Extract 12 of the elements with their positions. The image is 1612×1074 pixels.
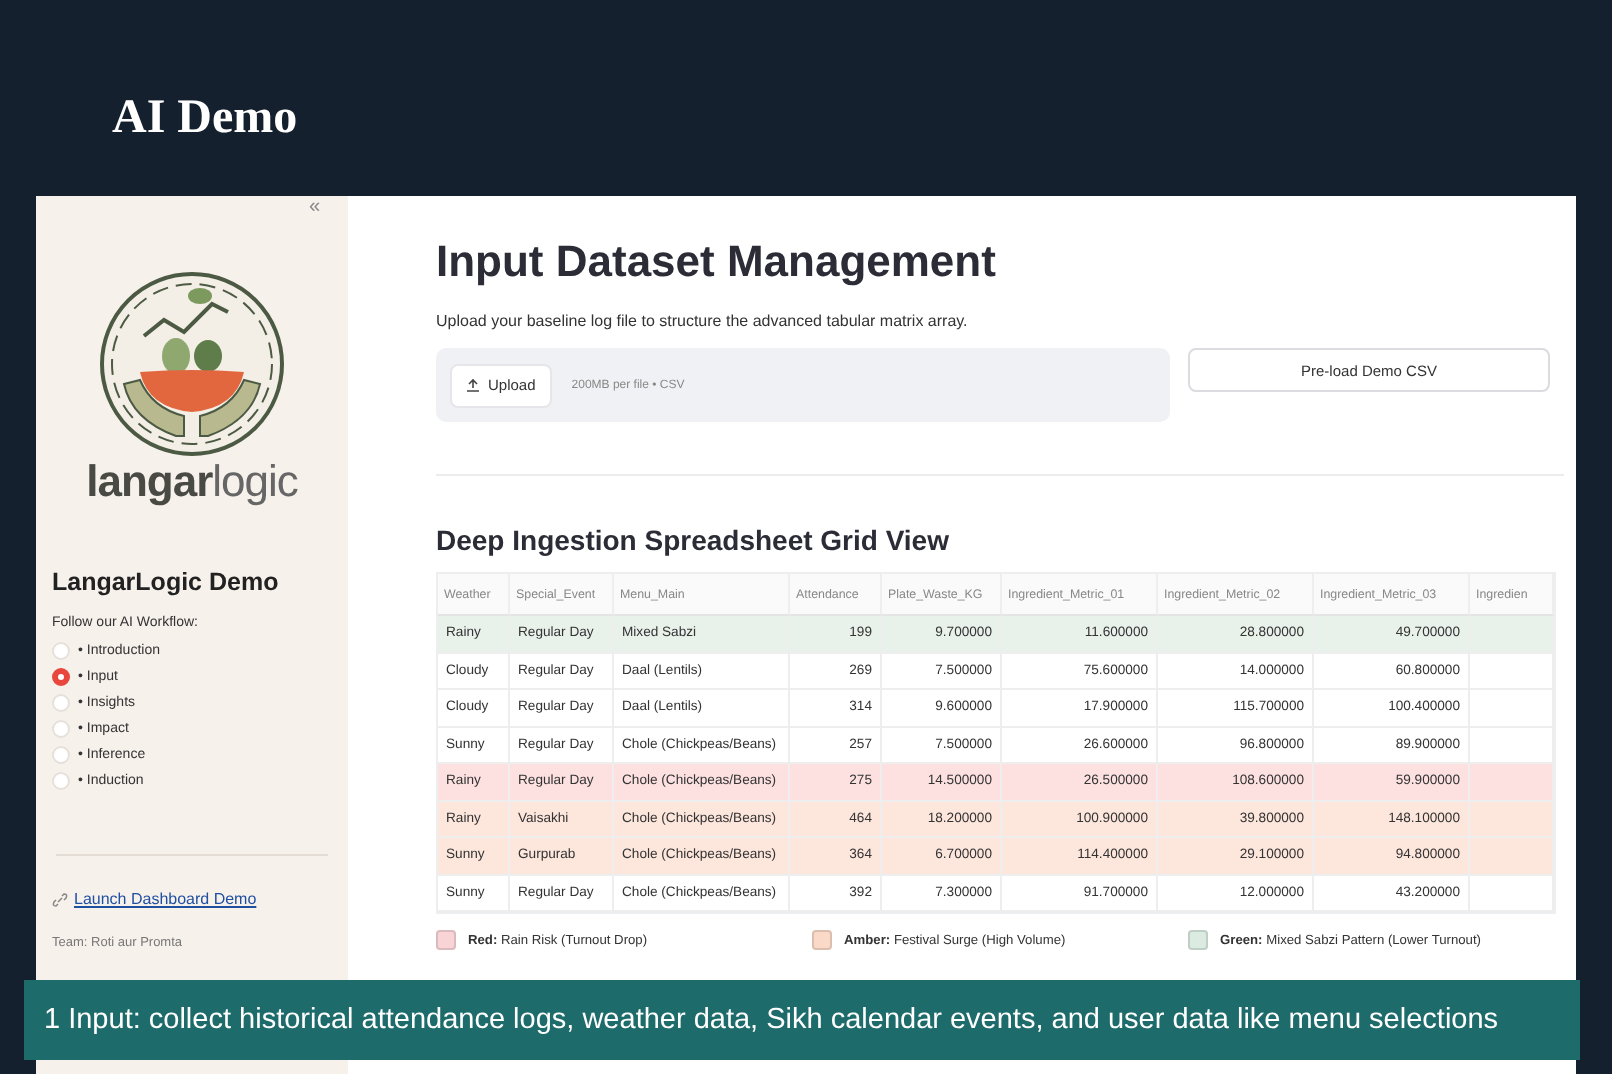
slide-title: AI Demo [112, 90, 298, 148]
page-heading: Input Dataset Management [436, 236, 998, 288]
link-icon [52, 891, 68, 907]
section-heading: Deep Ingestion Spreadsheet Grid View [436, 524, 951, 556]
slide-caption: 1 Input: collect historical attendance logs, weather data, Sikh calendar events, and user data like menu selections [24, 980, 1580, 1060]
logo-wordmark: langarlogic [86, 456, 298, 508]
radio-button[interactable] [52, 667, 70, 685]
logo-emblem-icon [96, 268, 288, 460]
dashboard-link[interactable]: Launch Dashboard Demo [74, 890, 257, 908]
upload-icon [466, 378, 480, 392]
page-subtitle: Upload your baseline log file to structure the advanced tabular matrix array. [436, 312, 970, 330]
sidebar-title: LangarLogic Demo [52, 568, 281, 596]
